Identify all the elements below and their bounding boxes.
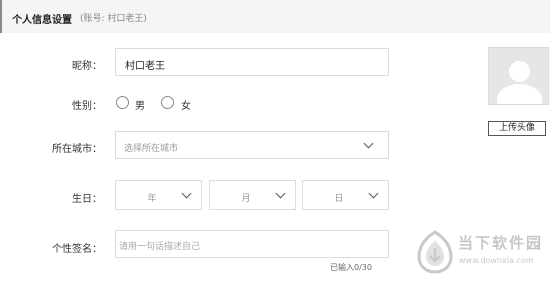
city-label: 所在城市：: [52, 144, 102, 155]
nickname-field[interactable]: 村口老王: [115, 48, 389, 76]
default-avatar-icon: [509, 61, 530, 82]
signature-field[interactable]: 请用一句话描述自己: [115, 230, 389, 258]
birth-month-select[interactable]: 月: [209, 180, 296, 210]
month-text: 月: [241, 194, 251, 204]
gender-female-radio[interactable]: [161, 96, 174, 109]
nickname-value: 村口老王: [125, 61, 165, 72]
birthday-label: 生日：: [72, 194, 102, 205]
watermark: 当下软件园 www.downxia.com: [412, 230, 550, 278]
avatar: [488, 47, 549, 105]
watermark-name: 当下软件园: [458, 234, 544, 252]
year-text: 年: [147, 194, 157, 204]
birth-day-select[interactable]: 日: [302, 180, 389, 210]
page-header: 个人信息设置 (账号: 村口老王): [0, 0, 550, 33]
signature-placeholder: 请用一句话描述自己: [119, 242, 201, 252]
page-title: 个人信息设置: [12, 15, 72, 26]
gender-male-radio[interactable]: [116, 96, 129, 109]
signature-counter: 已输入0/30: [330, 263, 372, 272]
gender-male-label: 男: [135, 101, 145, 112]
avatar-body-shape: [497, 84, 542, 104]
watermark-url: www.downxia.com: [459, 256, 534, 265]
day-text: 日: [334, 194, 344, 204]
chevron-down-icon: [363, 138, 374, 149]
city-select[interactable]: 选择所在城市: [115, 131, 389, 159]
birth-year-select[interactable]: 年: [115, 180, 202, 210]
watermark-logo-icon: [417, 230, 453, 274]
gender-female-label: 女: [181, 101, 191, 112]
gender-label: 性别：: [72, 101, 102, 112]
signature-label: 个性签名：: [52, 244, 102, 255]
nickname-label: 昵称：: [72, 61, 102, 72]
city-placeholder: 选择所在城市: [124, 144, 179, 154]
account-info: (账号: 村口老王): [80, 14, 147, 24]
upload-avatar-button[interactable]: 上传头像: [488, 121, 546, 136]
